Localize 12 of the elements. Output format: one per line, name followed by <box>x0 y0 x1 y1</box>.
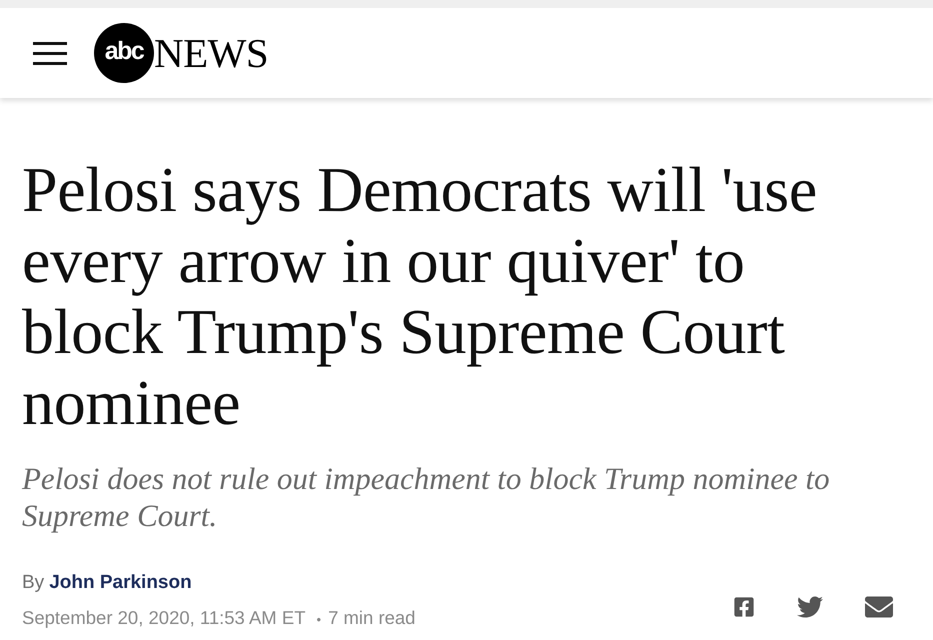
twitter-icon[interactable] <box>797 594 823 620</box>
separator-dot: • <box>316 611 322 629</box>
logo-wordmark[interactable]: NEWS <box>154 32 268 74</box>
read-time: 7 min read <box>328 606 416 630</box>
publish-date: September 20, 2020, 11:53 AM ET <box>22 606 306 630</box>
logo-badge[interactable]: abc <box>94 23 154 83</box>
menu-icon[interactable] <box>33 42 67 64</box>
article-subheadline: Pelosi does not rule out impeachment to block Trump nominee to Supreme Court. <box>22 460 831 534</box>
author-link[interactable]: John Parkinson <box>49 571 192 595</box>
facebook-icon[interactable] <box>733 596 755 618</box>
byline-prefix: By <box>22 571 44 595</box>
article-headline: Pelosi says Democrats will 'use every arrow in our quiver' to block Trump's Supreme Court nominee <box>22 154 818 438</box>
